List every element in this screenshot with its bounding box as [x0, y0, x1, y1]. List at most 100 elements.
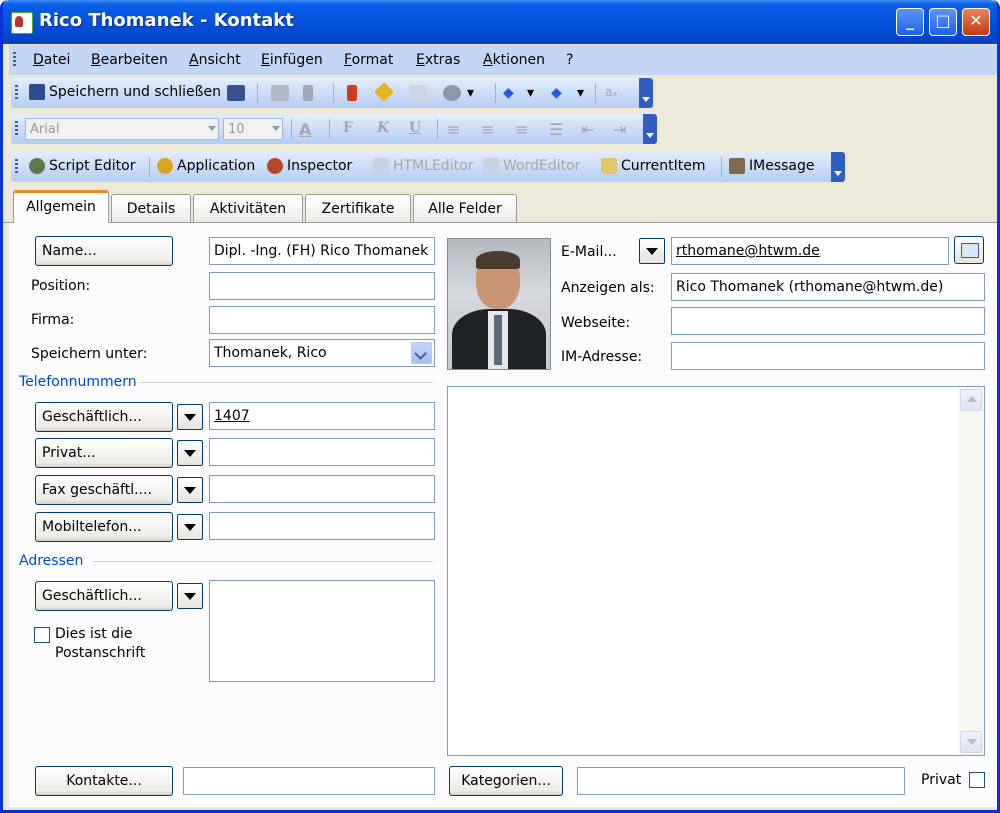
- save-and-close-button[interactable]: Speichern und schließen: [29, 84, 221, 100]
- phone-fax-dropdown[interactable]: [177, 477, 203, 503]
- phone-mobile-dropdown[interactable]: [177, 514, 203, 540]
- chevron-down-icon[interactable]: [411, 342, 432, 364]
- toolbar-options-icon[interactable]: [831, 152, 845, 182]
- minimize-button[interactable]: _: [896, 8, 924, 36]
- toolbar-grip-handle[interactable]: [15, 121, 18, 137]
- phone-private-dropdown[interactable]: [177, 440, 203, 466]
- decrease-indent-icon[interactable]: ⇤: [581, 120, 594, 139]
- toolbar-grip-handle[interactable]: [15, 159, 18, 175]
- phone-business-dropdown[interactable]: [177, 404, 203, 430]
- menu-einfuegen[interactable]: Einfügen: [261, 52, 323, 68]
- flag-icon[interactable]: [347, 85, 357, 101]
- chevron-down-icon[interactable]: ▾: [527, 85, 535, 101]
- italic-button[interactable]: K: [377, 120, 389, 136]
- address-type-dropdown[interactable]: [177, 583, 203, 609]
- phone-business-field[interactable]: 1407: [209, 402, 435, 430]
- address-field[interactable]: [209, 580, 435, 682]
- new-message-icon[interactable]: [409, 85, 427, 101]
- align-center-icon[interactable]: ≡: [481, 120, 494, 139]
- notes-scrollbar[interactable]: [958, 387, 984, 755]
- full-name-field[interactable]: Dipl. -Ing. (FH) Rico Thomanek: [209, 237, 435, 265]
- section-divider: [139, 382, 433, 383]
- toolbar-options-icon[interactable]: [639, 78, 653, 108]
- website-field[interactable]: [671, 307, 985, 335]
- word-editor-button[interactable]: WordEditor: [483, 158, 580, 174]
- save-as-select[interactable]: Thomanek, Rico: [209, 339, 435, 367]
- tab-details[interactable]: Details: [111, 194, 191, 222]
- bold-button[interactable]: F: [343, 120, 353, 136]
- toolbar-grip-handle[interactable]: [15, 85, 18, 101]
- tab-zertifikate[interactable]: Zertifikate: [305, 194, 411, 222]
- chevron-down-icon[interactable]: ▾: [467, 85, 475, 101]
- phone-fax-field[interactable]: [209, 475, 435, 503]
- application-button[interactable]: Application: [157, 158, 255, 174]
- address-business-button[interactable]: Geschäftlich...: [35, 581, 173, 611]
- increase-indent-icon[interactable]: ⇥: [613, 120, 626, 139]
- chevron-down-icon[interactable]: ▾: [577, 85, 585, 101]
- menu-bearbeiten[interactable]: Bearbeiten: [91, 52, 168, 68]
- categories-field[interactable]: [577, 767, 905, 795]
- phone-business-button[interactable]: Geschäftlich...: [35, 402, 173, 432]
- previous-item-icon[interactable]: ◆: [503, 85, 521, 101]
- contacts-button[interactable]: Kontakte...: [35, 766, 173, 796]
- formatting-toolbar: Arial 10 A F K U ≡ ≡ ≡ ☰ ⇤ ⇥: [11, 114, 657, 144]
- font-name-select[interactable]: Arial: [25, 118, 219, 140]
- title-bar[interactable]: Rico Thomanek - Kontakt _ □ ✕: [3, 0, 997, 44]
- close-button[interactable]: ✕: [962, 8, 990, 36]
- email-field[interactable]: rthomane@htwm.de: [671, 237, 949, 265]
- maximize-button[interactable]: □: [929, 8, 957, 36]
- tab-allgemein[interactable]: Allgemein: [13, 190, 109, 223]
- script-editor-button[interactable]: Script Editor: [29, 158, 136, 174]
- email-type-dropdown[interactable]: [639, 238, 665, 264]
- company-field[interactable]: [209, 306, 435, 334]
- save-icon[interactable]: [227, 85, 245, 101]
- next-item-icon[interactable]: ◆: [551, 85, 569, 101]
- scroll-down-icon[interactable]: [960, 731, 982, 753]
- bullet-list-icon[interactable]: ☰: [549, 120, 563, 139]
- align-left-icon[interactable]: ≡: [447, 120, 460, 139]
- menu-ansicht[interactable]: Ansicht: [189, 52, 241, 68]
- phone-mobile-button[interactable]: Mobiltelefon...: [35, 512, 173, 542]
- attach-icon[interactable]: [303, 85, 313, 101]
- html-editor-button[interactable]: HTMLEditor: [373, 158, 473, 174]
- align-right-icon[interactable]: ≡: [515, 120, 528, 139]
- phone-private-field[interactable]: [209, 438, 435, 466]
- current-item-button[interactable]: CurrentItem: [601, 158, 705, 174]
- im-address-field[interactable]: [671, 342, 985, 370]
- private-checkbox[interactable]: [969, 772, 985, 788]
- email-label-button[interactable]: E-Mail...: [561, 244, 617, 260]
- tab-aktivitaeten[interactable]: Aktivitäten: [193, 194, 303, 222]
- follow-up-icon[interactable]: [374, 82, 394, 102]
- menu-extras[interactable]: Extras: [416, 52, 460, 68]
- inspector-button[interactable]: Inspector: [267, 158, 352, 174]
- menu-format[interactable]: Format: [344, 52, 393, 68]
- menu-datei[interactable]: Datei: [33, 52, 70, 68]
- toolbar-options-icon[interactable]: [643, 114, 657, 144]
- call-icon[interactable]: [443, 85, 461, 101]
- spelling-icon[interactable]: aₐ: [605, 85, 623, 101]
- display-as-field[interactable]: Rico Thomanek (rthomane@htwm.de): [671, 273, 985, 301]
- categories-button[interactable]: Kategorien...: [449, 766, 563, 796]
- contacts-field[interactable]: [183, 767, 435, 795]
- imessage-button[interactable]: IMessage: [729, 158, 815, 174]
- menu-grip-handle[interactable]: [13, 52, 16, 68]
- tab-alle-felder[interactable]: Alle Felder: [413, 194, 517, 222]
- close-icon: ✕: [969, 11, 983, 30]
- underline-button[interactable]: U: [409, 120, 421, 136]
- menu-aktionen[interactable]: Aktionen: [483, 52, 545, 68]
- menu-help[interactable]: ?: [566, 52, 573, 68]
- mailing-address-checkbox[interactable]: [34, 627, 50, 643]
- scroll-up-icon[interactable]: [960, 389, 982, 411]
- contact-photo[interactable]: [447, 238, 551, 370]
- font-size-select[interactable]: 10: [223, 118, 283, 140]
- print-icon[interactable]: [271, 85, 289, 101]
- position-field[interactable]: [209, 272, 435, 300]
- font-color-button[interactable]: A: [299, 120, 311, 139]
- phone-mobile-field[interactable]: [209, 512, 435, 540]
- phone-private-button[interactable]: Privat...: [35, 438, 173, 468]
- address-book-icon[interactable]: [954, 236, 984, 264]
- name-button[interactable]: Name...: [35, 236, 173, 266]
- phone-fax-button[interactable]: Fax geschäftl....: [35, 475, 173, 505]
- contact-card-icon[interactable]: [11, 12, 33, 34]
- notes-textarea[interactable]: [447, 386, 985, 756]
